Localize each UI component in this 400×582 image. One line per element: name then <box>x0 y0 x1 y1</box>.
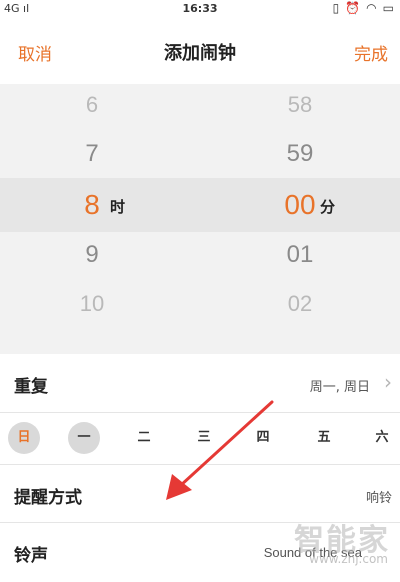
annotation-arrow-icon <box>166 400 274 500</box>
